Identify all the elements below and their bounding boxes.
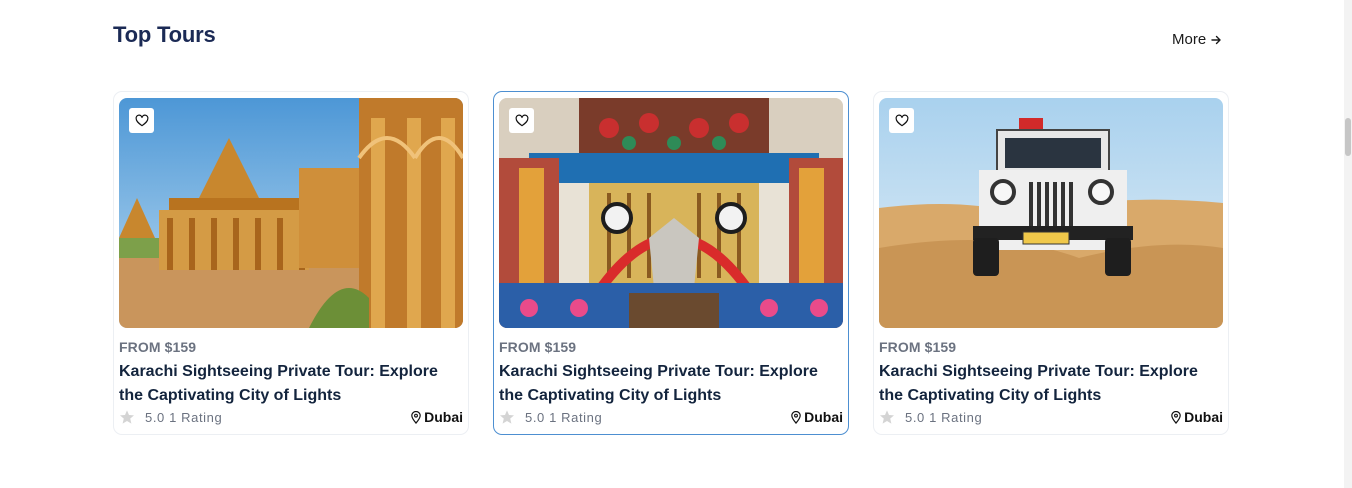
favorite-button[interactable] [889,108,914,133]
arrow-right-icon [1211,35,1221,44]
tour-meta: 5.0 1 Rating Dubai [119,409,463,425]
scrollbar-thumb[interactable] [1345,118,1351,156]
tour-location: Dubai [1170,409,1223,425]
tour-rating: 5.0 1 Rating [119,409,222,425]
more-link[interactable]: More [1172,31,1222,48]
heart-icon [515,114,528,126]
star-icon [880,410,894,424]
favorite-button[interactable] [509,108,534,133]
rating-text: 5.0 1 Rating [905,409,983,425]
tour-meta: 5.0 1 Rating Dubai [499,409,843,425]
tour-card[interactable]: FROM $159 Karachi Sightseeing Private To… [493,91,849,435]
tour-title[interactable]: Karachi Sightseeing Private Tour: Explor… [499,360,839,408]
tour-price: FROM $159 [119,339,197,355]
map-pin-icon [411,410,421,424]
heart-icon [895,114,908,126]
map-pin-icon [1171,410,1181,424]
heart-icon [135,114,148,126]
tour-location: Dubai [410,409,463,425]
tour-price: FROM $159 [879,339,957,355]
tour-image-truck[interactable] [499,98,843,328]
location-text: Dubai [1184,409,1223,425]
star-icon [500,410,514,424]
page-scrollbar[interactable] [1344,0,1352,488]
tour-card[interactable]: FROM $159 Karachi Sightseeing Private To… [113,91,469,435]
tour-rating: 5.0 1 Rating [499,409,602,425]
tour-card[interactable]: FROM $159 Karachi Sightseeing Private To… [873,91,1229,435]
tour-cards: FROM $159 Karachi Sightseeing Private To… [113,91,1229,435]
tour-rating: 5.0 1 Rating [879,409,982,425]
location-text: Dubai [424,409,463,425]
tour-location: Dubai [790,409,843,425]
rating-text: 5.0 1 Rating [145,409,223,425]
tour-image-palace[interactable] [119,98,463,328]
location-text: Dubai [804,409,843,425]
map-pin-icon [791,410,801,424]
favorite-button[interactable] [129,108,154,133]
section-title: Top Tours [113,22,216,47]
star-icon [120,410,134,424]
rating-text: 5.0 1 Rating [525,409,603,425]
tour-title[interactable]: Karachi Sightseeing Private Tour: Explor… [879,360,1219,408]
tour-image-jeep[interactable] [879,98,1223,328]
tour-meta: 5.0 1 Rating Dubai [879,409,1223,425]
tour-price: FROM $159 [499,339,577,355]
tour-title[interactable]: Karachi Sightseeing Private Tour: Explor… [119,360,459,408]
more-label: More [1172,31,1207,48]
